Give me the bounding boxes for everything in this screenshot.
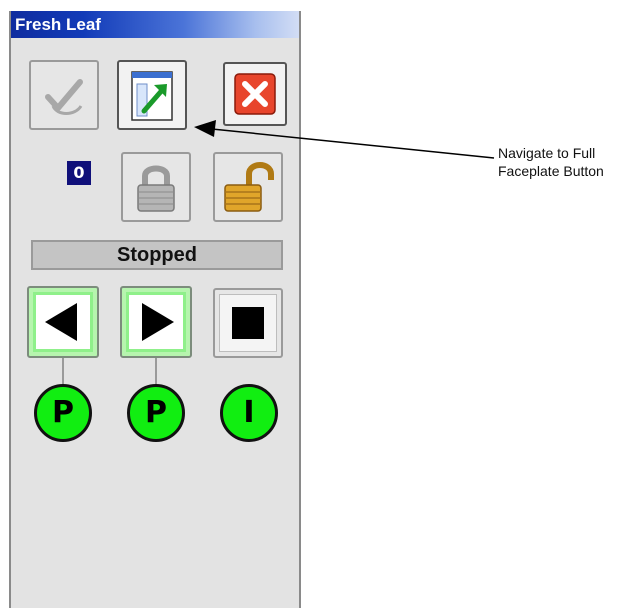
callout-arrow: [194, 120, 495, 159]
callout-label-line2: Faceplate Button: [498, 163, 604, 179]
callout-label: Navigate to Full Faceplate Button: [498, 144, 604, 180]
callout-label-line1: Navigate to Full: [498, 145, 596, 161]
